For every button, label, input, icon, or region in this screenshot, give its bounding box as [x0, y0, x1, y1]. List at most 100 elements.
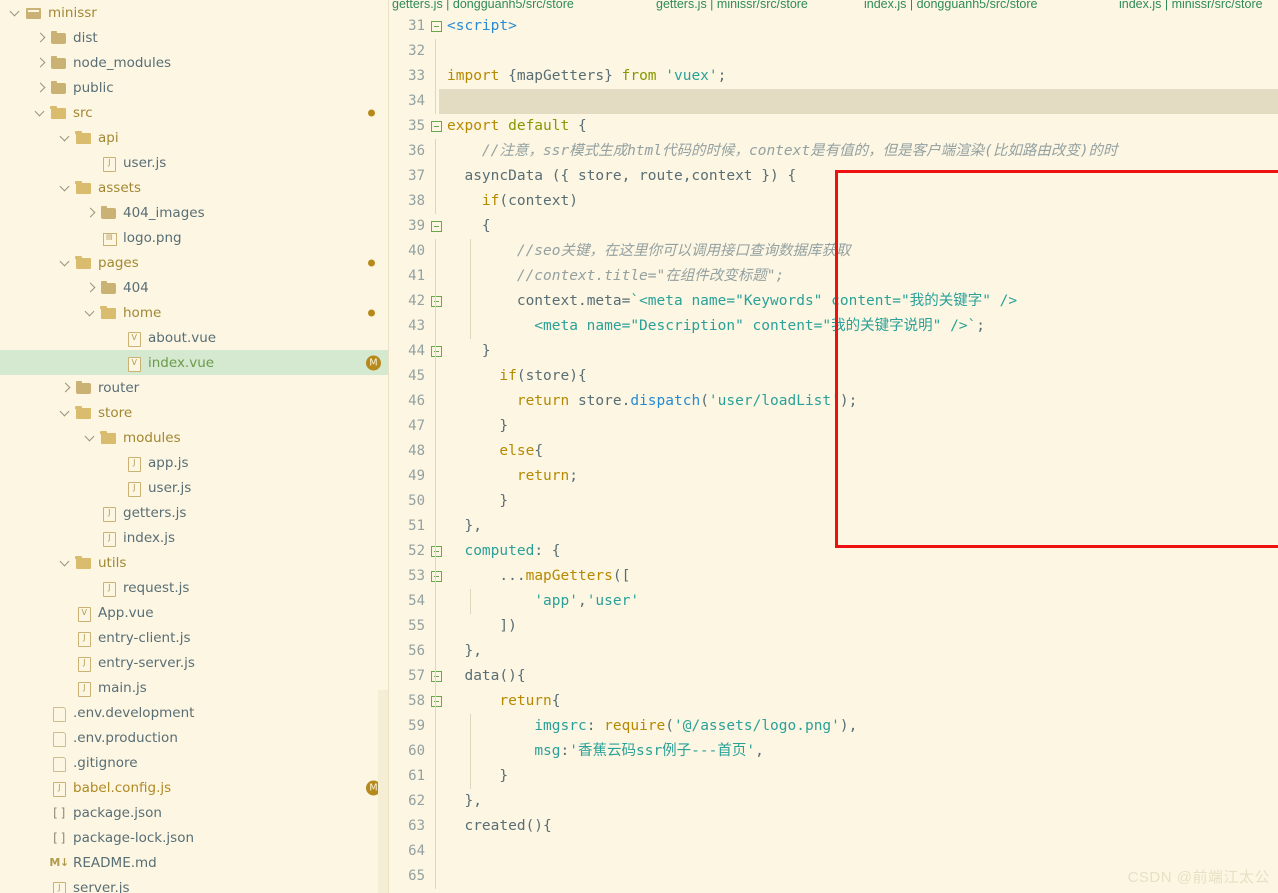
code-line-51[interactable]: 51 },	[389, 514, 1278, 539]
tree-item-entry-client-js[interactable]: Jentry-client.js	[0, 625, 389, 650]
editor-tab-3[interactable]: index.js | minissr/src/store	[1119, 0, 1263, 11]
chevron-down-icon[interactable]	[58, 130, 74, 146]
code-line-37[interactable]: 37 asyncData ({ store, route,context }) …	[389, 164, 1278, 189]
editor-tab-1[interactable]: getters.js | minissr/src/store	[656, 0, 808, 11]
code-line-64[interactable]: 64	[389, 839, 1278, 864]
code-line-41[interactable]: 41 //context.title="在组件改变标题";	[389, 264, 1278, 289]
tree-item-public[interactable]: public	[0, 75, 389, 100]
code-line-42[interactable]: 42 context.meta=`<meta name="Keywords" c…	[389, 289, 1278, 314]
tree-item--gitignore[interactable]: .gitignore	[0, 750, 389, 775]
tree-item-router[interactable]: router	[0, 375, 389, 400]
tree-item-readme-md[interactable]: M↓ README.md	[0, 850, 389, 875]
code-line-47[interactable]: 47 }	[389, 414, 1278, 439]
chevron-right-icon[interactable]	[83, 280, 99, 296]
code-line-35[interactable]: 35 export default {	[389, 114, 1278, 139]
code-line-44[interactable]: 44 }	[389, 339, 1278, 364]
editor-tab-bar[interactable]: getters.js | dongguanh5/src/store getters…	[389, 0, 1278, 14]
tree-item-request-js[interactable]: Jrequest.js	[0, 575, 389, 600]
code-fold-toggle-icon[interactable]	[431, 696, 442, 707]
code-line-53[interactable]: 53 ...mapGetters([	[389, 564, 1278, 589]
tree-item-index-vue[interactable]: Vindex.vue M	[0, 350, 389, 375]
tree-item--env-production[interactable]: .env.production	[0, 725, 389, 750]
code-fold-toggle-icon[interactable]	[431, 346, 442, 357]
code-line-55[interactable]: 55 ])	[389, 614, 1278, 639]
code-content[interactable]: 31 <script> 32 33 import {mapGetters} from '…	[389, 14, 1278, 893]
code-fold-toggle-icon[interactable]	[431, 571, 442, 582]
tree-item-404-images[interactable]: 404_images	[0, 200, 389, 225]
code-line-38[interactable]: 38 if(context)	[389, 189, 1278, 214]
code-line-36[interactable]: 36 //注意，ssr模式生成html代码的时候，context是有值的，但是客…	[389, 139, 1278, 164]
code-line-50[interactable]: 50 }	[389, 489, 1278, 514]
chevron-down-icon[interactable]	[58, 555, 74, 571]
tree-item-about-vue[interactable]: Vabout.vue	[0, 325, 389, 350]
code-line-45[interactable]: 45 if(store){	[389, 364, 1278, 389]
code-line-54[interactable]: 54 'app','user'	[389, 589, 1278, 614]
tree-item-dist[interactable]: dist	[0, 25, 389, 50]
code-line-43[interactable]: 43 <meta name="Description" content="我的关…	[389, 314, 1278, 339]
code-line-61[interactable]: 61 }	[389, 764, 1278, 789]
tree-item-logo-png[interactable]: ▤ logo.png	[0, 225, 389, 250]
code-line-57[interactable]: 57 data(){	[389, 664, 1278, 689]
code-fold-toggle-icon[interactable]	[431, 221, 442, 232]
code-fold-toggle-icon[interactable]	[431, 21, 442, 32]
code-line-40[interactable]: 40 //seo关键，在这里你可以调用接口查询数据库获取	[389, 239, 1278, 264]
code-line-52[interactable]: 52 computed: {	[389, 539, 1278, 564]
tree-item-minissr[interactable]: minissr	[0, 0, 389, 25]
chevron-down-icon[interactable]	[83, 305, 99, 321]
code-line-39[interactable]: 39 {	[389, 214, 1278, 239]
chevron-down-icon[interactable]	[83, 430, 99, 446]
tree-item-api[interactable]: api	[0, 125, 389, 150]
file-explorer-panel[interactable]: minissr dist node_modules public src api Juser…	[0, 0, 389, 893]
sidebar-scrollbar[interactable]	[378, 690, 388, 893]
tree-item-app-js[interactable]: Japp.js	[0, 450, 389, 475]
tree-item-index-js[interactable]: Jindex.js	[0, 525, 389, 550]
code-line-49[interactable]: 49 return;	[389, 464, 1278, 489]
editor-tab-2[interactable]: index.js | dongguanh5/src/store	[864, 0, 1038, 11]
code-fold-toggle-icon[interactable]	[431, 546, 442, 557]
tree-item-package-json[interactable]: [ ] package.json	[0, 800, 389, 825]
tree-item-404[interactable]: 404	[0, 275, 389, 300]
tree-item-assets[interactable]: assets	[0, 175, 389, 200]
tree-item-utils[interactable]: utils	[0, 550, 389, 575]
editor-tab-0[interactable]: getters.js | dongguanh5/src/store	[392, 0, 574, 11]
chevron-down-icon[interactable]	[58, 255, 74, 271]
tree-item-store[interactable]: store	[0, 400, 389, 425]
code-line-59[interactable]: 59 imgsrc: require('@/assets/logo.png'),	[389, 714, 1278, 739]
tree-item-server-js[interactable]: Jserver.js	[0, 875, 389, 893]
code-fold-toggle-icon[interactable]	[431, 121, 442, 132]
code-line-33[interactable]: 33 import {mapGetters} from 'vuex';	[389, 64, 1278, 89]
chevron-right-icon[interactable]	[33, 55, 49, 71]
code-line-58[interactable]: 58 return{	[389, 689, 1278, 714]
code-line-46[interactable]: 46 return store.dispatch('user/loadList'…	[389, 389, 1278, 414]
chevron-down-icon[interactable]	[58, 405, 74, 421]
tree-item-app-vue[interactable]: V App.vue	[0, 600, 389, 625]
tree-item-package-lock-json[interactable]: [ ] package-lock.json	[0, 825, 389, 850]
code-line-32[interactable]: 32	[389, 39, 1278, 64]
code-line-48[interactable]: 48 else{	[389, 439, 1278, 464]
code-line-63[interactable]: 63 created(){	[389, 814, 1278, 839]
code-fold-toggle-icon[interactable]	[431, 296, 442, 307]
tree-item-home[interactable]: home	[0, 300, 389, 325]
chevron-right-icon[interactable]	[83, 205, 99, 221]
code-line-34[interactable]: 34	[389, 89, 1278, 114]
tree-item--env-development[interactable]: .env.development	[0, 700, 389, 725]
code-editor-panel[interactable]: getters.js | dongguanh5/src/store getters…	[389, 0, 1278, 893]
chevron-right-icon[interactable]	[33, 80, 49, 96]
code-line-60[interactable]: 60 msg:'香蕉云码ssr例子---首页',	[389, 739, 1278, 764]
chevron-right-icon[interactable]	[58, 380, 74, 396]
code-line-56[interactable]: 56 },	[389, 639, 1278, 664]
tree-item-user-js[interactable]: Juser.js	[0, 150, 389, 175]
tree-item-node-modules[interactable]: node_modules	[0, 50, 389, 75]
tree-item-pages[interactable]: pages	[0, 250, 389, 275]
chevron-right-icon[interactable]	[33, 30, 49, 46]
code-line-62[interactable]: 62 },	[389, 789, 1278, 814]
chevron-down-icon[interactable]	[58, 180, 74, 196]
code-fold-toggle-icon[interactable]	[431, 671, 442, 682]
tree-item-src[interactable]: src	[0, 100, 389, 125]
tree-item-entry-server-js[interactable]: Jentry-server.js	[0, 650, 389, 675]
chevron-down-icon[interactable]	[8, 5, 24, 21]
tree-item-user-js[interactable]: Juser.js	[0, 475, 389, 500]
code-line-31[interactable]: 31 <script>	[389, 14, 1278, 39]
tree-item-modules[interactable]: modules	[0, 425, 389, 450]
chevron-down-icon[interactable]	[33, 105, 49, 121]
